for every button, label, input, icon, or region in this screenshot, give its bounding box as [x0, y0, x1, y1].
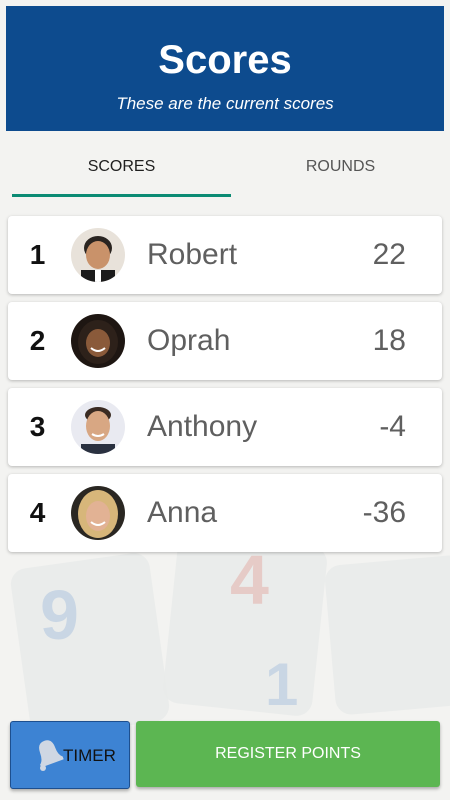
avatar	[71, 486, 125, 540]
player-card[interactable]: 2 Oprah 18	[8, 302, 442, 380]
tab-bar: SCORES ROUNDS	[12, 145, 450, 200]
player-rank: 4	[29, 497, 46, 528]
player-rank: 2	[29, 325, 46, 356]
player-name: Robert	[147, 238, 238, 271]
page-subtitle: These are the current scores	[116, 94, 334, 113]
player-name: Anna	[147, 496, 218, 529]
register-points-button[interactable]: REGISTER POINTS	[136, 721, 440, 787]
tab-rounds[interactable]: ROUNDS	[231, 145, 450, 195]
player-card[interactable]: 4 Anna -36	[8, 474, 442, 552]
player-rank: 3	[29, 411, 46, 442]
avatar	[71, 400, 125, 454]
player-name: Anthony	[147, 410, 258, 443]
player-score: -36	[362, 496, 406, 529]
player-score: -4	[379, 410, 406, 443]
player-score: 22	[372, 238, 406, 271]
avatar	[71, 228, 125, 282]
page-title: Scores	[158, 38, 292, 82]
player-card[interactable]: 1 Robert 22	[8, 216, 442, 294]
player-score: 18	[372, 324, 406, 357]
header-banner: Scores These are the current scores	[6, 6, 444, 131]
player-card[interactable]: 3 Anthony -4	[8, 388, 442, 466]
timer-label: TIMER	[63, 746, 116, 765]
player-rank: 1	[29, 239, 46, 270]
timer-button[interactable]: TIMER	[10, 721, 130, 789]
avatar	[71, 314, 125, 368]
tab-scores[interactable]: SCORES	[12, 145, 231, 195]
player-name: Oprah	[147, 324, 231, 357]
active-tab-indicator	[12, 194, 231, 197]
